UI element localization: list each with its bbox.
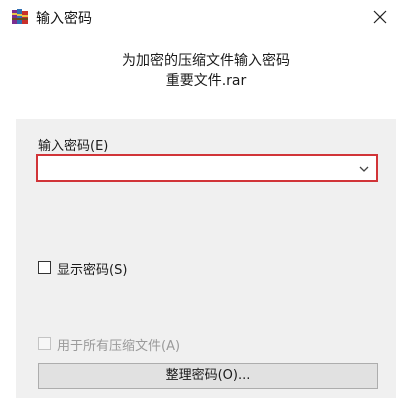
header-message: 为加密的压缩文件输入密码 [122, 53, 290, 69]
title-bar: 输入密码 [0, 0, 410, 34]
close-icon [373, 10, 387, 24]
organize-passwords-button[interactable]: 整理密码(O)... [38, 363, 378, 389]
chevron-down-icon[interactable] [358, 163, 370, 173]
dialog-header: 为加密的压缩文件输入密码 重要文件.rar [16, 34, 396, 100]
password-input[interactable] [40, 158, 354, 178]
close-button[interactable] [366, 4, 394, 30]
winrar-books-icon [12, 9, 28, 25]
use-for-all-archives-label: 用于所有压缩文件(A) [57, 339, 181, 354]
archive-filename: 重要文件.rar [165, 73, 247, 89]
password-label: 输入密码(E) [38, 139, 109, 154]
show-password-checkbox[interactable] [38, 261, 51, 274]
use-for-all-archives-checkbox [38, 337, 51, 350]
password-combobox[interactable] [36, 154, 378, 182]
window-title: 输入密码 [36, 11, 92, 27]
show-password-label[interactable]: 显示密码(S) [57, 259, 127, 278]
